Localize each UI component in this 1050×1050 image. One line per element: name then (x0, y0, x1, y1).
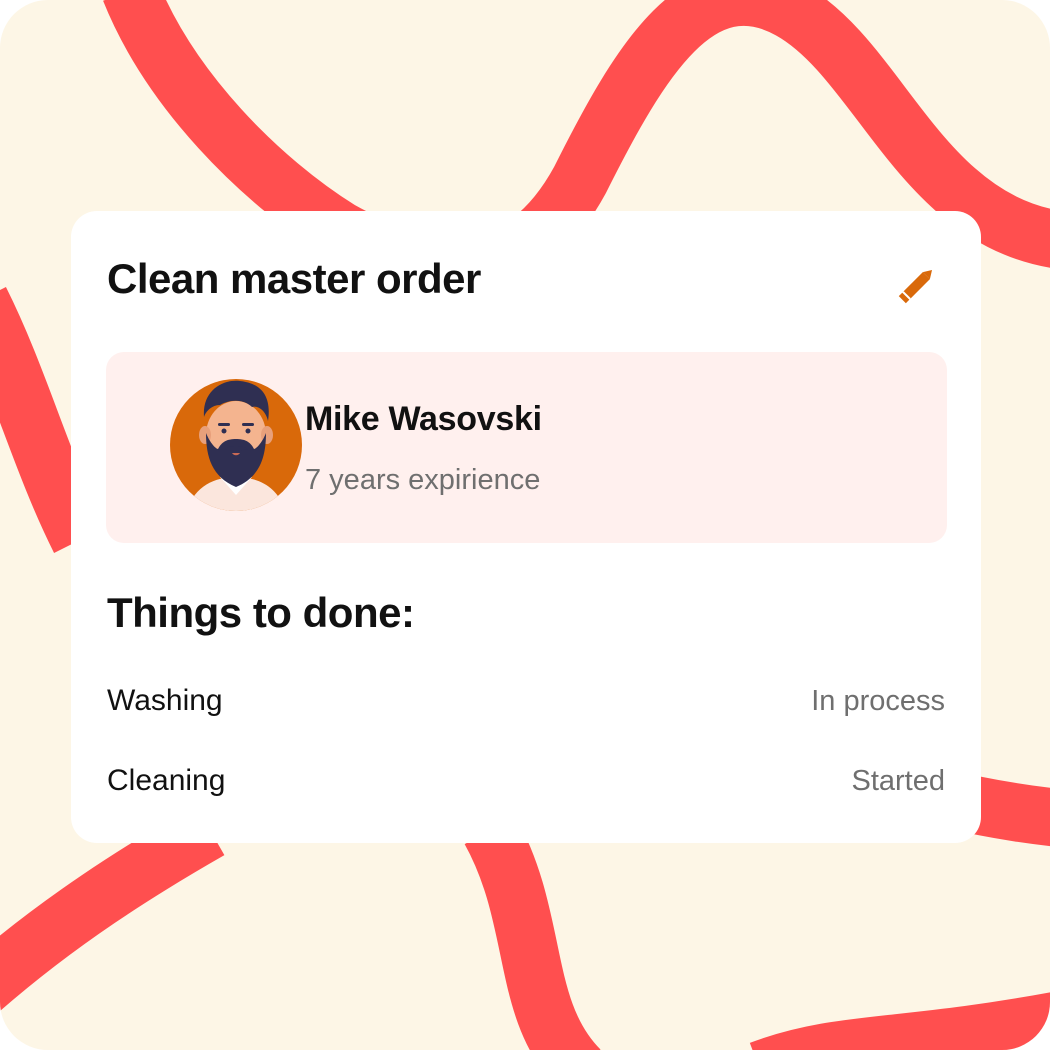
order-card: Clean master order Mike Wasovski 7 years… (71, 211, 981, 843)
master-experience: 7 years expirience (305, 464, 541, 496)
card-title: Clean master order (107, 255, 481, 302)
avatar (170, 379, 302, 511)
wave-bottom-center (464, 815, 601, 1050)
task-status: Started (851, 764, 946, 797)
master-name: Mike Wasovski (305, 400, 542, 438)
edit-button[interactable] (897, 259, 943, 305)
todo-title: Things to done: (107, 589, 415, 636)
master-profile[interactable]: Mike Wasovski 7 years expirience (106, 352, 947, 543)
pencil-icon (898, 269, 933, 304)
task-name: Cleaning (107, 764, 226, 797)
wave-left (0, 287, 106, 553)
task-row[interactable]: Cleaning Started (107, 761, 945, 801)
task-status: In process (811, 684, 945, 717)
wave-bottom-right (749, 992, 1050, 1050)
wave-bottom-left (0, 804, 225, 1012)
task-row[interactable]: Washing In process (107, 681, 945, 721)
app-canvas: Clean master order Mike Wasovski 7 years… (0, 0, 1050, 1050)
task-name: Washing (107, 684, 223, 717)
wave-right (969, 776, 1050, 847)
